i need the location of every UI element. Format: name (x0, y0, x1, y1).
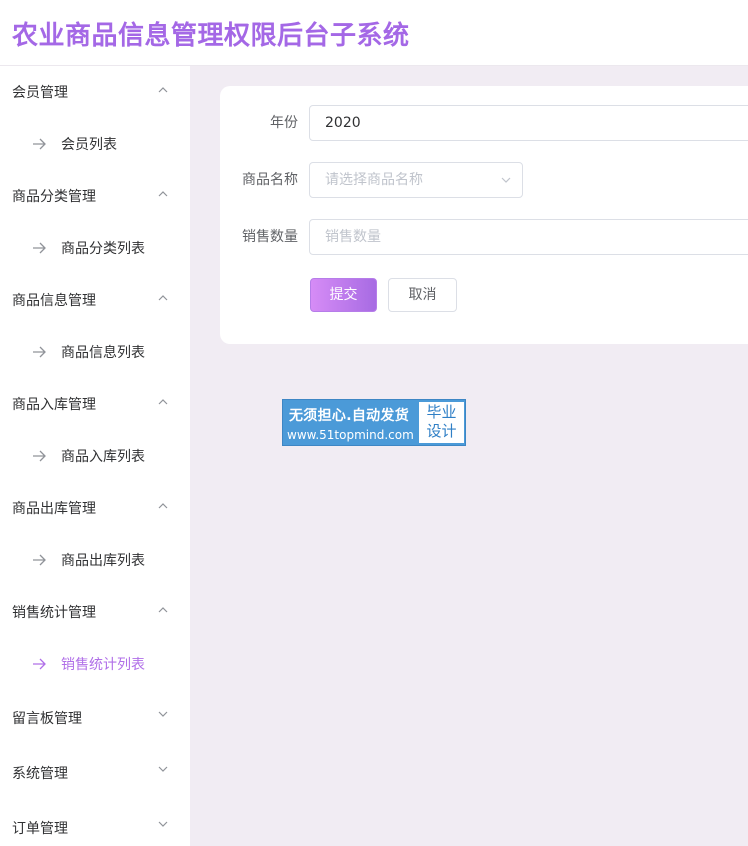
chevron-down-icon (501, 177, 511, 183)
app-title: 农业商品信息管理权限后台子系统 (12, 21, 410, 51)
menu-title-label: 留言板管理 (12, 710, 82, 727)
menu-item-label: 商品分类列表 (61, 241, 145, 257)
submit-button[interactable]: 提交 (310, 278, 377, 312)
menu-title-orders[interactable]: 订单管理 (0, 800, 190, 846)
sales-qty-input[interactable]: 销售数量 (309, 219, 748, 255)
menu-group-stock-out: 商品出库管理 商品出库列表 (0, 482, 190, 586)
menu-title-stock-out[interactable]: 商品出库管理 (0, 482, 190, 534)
chevron-up-icon (158, 607, 168, 613)
year-input[interactable]: 2020 (309, 105, 748, 141)
menu-title-label: 会员管理 (12, 85, 68, 101)
form-card: 年份 2020 商品名称 请选择商品名称 销售数量 销售数量 提交 取消 (220, 86, 748, 344)
menu-item-label: 商品入库列表 (61, 449, 145, 465)
menu-title-product-info[interactable]: 商品信息管理 (0, 274, 190, 326)
menu-item-label: 会员列表 (61, 137, 117, 153)
menu-title-label: 订单管理 (12, 820, 68, 837)
menu-item-stock-in-list[interactable]: 商品入库列表 (0, 430, 190, 482)
menu-group-product-info: 商品信息管理 商品信息列表 (0, 274, 190, 378)
menu-group-category: 商品分类管理 商品分类列表 (0, 170, 190, 274)
menu-item-stock-out-list[interactable]: 商品出库列表 (0, 534, 190, 586)
menu-title-category[interactable]: 商品分类管理 (0, 170, 190, 222)
menu-title-system[interactable]: 系统管理 (0, 745, 190, 800)
form-row-sales-qty: 销售数量 销售数量 (220, 219, 748, 255)
menu-group-stock-in: 商品入库管理 商品入库列表 (0, 378, 190, 482)
menu-item-product-info-list[interactable]: 商品信息列表 (0, 326, 190, 378)
product-name-label: 商品名称 (242, 172, 298, 188)
cancel-button[interactable]: 取消 (388, 278, 457, 312)
menu-title-label: 商品信息管理 (12, 293, 96, 309)
menu-item-member-list[interactable]: 会员列表 (0, 118, 190, 170)
menu-item-category-list[interactable]: 商品分类列表 (0, 222, 190, 274)
menu-title-label: 销售统计管理 (12, 605, 96, 621)
sidebar: 会员管理 会员列表 商品分类管理 商品分类列表 商品信息管理 商品信息列表 商品… (0, 66, 190, 846)
watermark-badge: 无须担心.自动发货 www.51topmind.com 毕业 设计 (282, 399, 466, 446)
menu-title-message-board[interactable]: 留言板管理 (0, 690, 190, 745)
chevron-up-icon (158, 87, 168, 93)
arrow-right-icon (33, 658, 46, 670)
menu-item-label: 商品出库列表 (61, 553, 145, 569)
arrow-right-icon (33, 554, 46, 566)
form-row-product-name: 商品名称 请选择商品名称 (220, 162, 748, 198)
arrow-right-icon (33, 242, 46, 254)
menu-title-sales-stats[interactable]: 销售统计管理 (0, 586, 190, 638)
menu-title-label: 系统管理 (12, 765, 68, 782)
chevron-up-icon (158, 191, 168, 197)
year-label: 年份 (270, 115, 298, 131)
sales-qty-label: 销售数量 (242, 229, 298, 245)
arrow-right-icon (33, 346, 46, 358)
menu-item-sales-stats-list[interactable]: 销售统计列表 (0, 638, 190, 690)
chevron-up-icon (158, 503, 168, 509)
watermark-logo-top: 毕业 (426, 403, 457, 421)
menu-title-stock-in[interactable]: 商品入库管理 (0, 378, 190, 430)
menu-group-sales-stats: 销售统计管理 销售统计列表 (0, 586, 190, 690)
app-header: 农业商品信息管理权限后台子系统 (0, 0, 748, 66)
chevron-down-icon (158, 821, 168, 827)
watermark-logo: 毕业 设计 (419, 402, 464, 443)
watermark-logo-bottom: 设计 (426, 422, 457, 440)
chevron-down-icon (158, 711, 168, 717)
menu-title-member[interactable]: 会员管理 (0, 66, 190, 118)
watermark-slogan: 无须担心.自动发货 (289, 408, 410, 424)
menu-item-label: 销售统计列表 (61, 657, 145, 673)
menu-title-label: 商品入库管理 (12, 397, 96, 413)
arrow-right-icon (33, 450, 46, 462)
menu-group-member: 会员管理 会员列表 (0, 66, 190, 170)
arrow-right-icon (33, 138, 46, 150)
chevron-up-icon (158, 399, 168, 405)
form-row-year: 年份 2020 (220, 105, 748, 141)
menu-title-label: 商品出库管理 (12, 501, 96, 517)
product-name-select[interactable]: 请选择商品名称 (309, 162, 523, 198)
watermark-left: 无须担心.自动发货 www.51topmind.com (283, 400, 417, 445)
watermark-url: www.51topmind.com (287, 428, 414, 442)
menu-title-label: 商品分类管理 (12, 189, 96, 205)
product-name-placeholder: 请选择商品名称 (325, 172, 423, 188)
menu-item-label: 商品信息列表 (61, 345, 145, 361)
chevron-up-icon (158, 295, 168, 301)
chevron-down-icon (158, 766, 168, 772)
